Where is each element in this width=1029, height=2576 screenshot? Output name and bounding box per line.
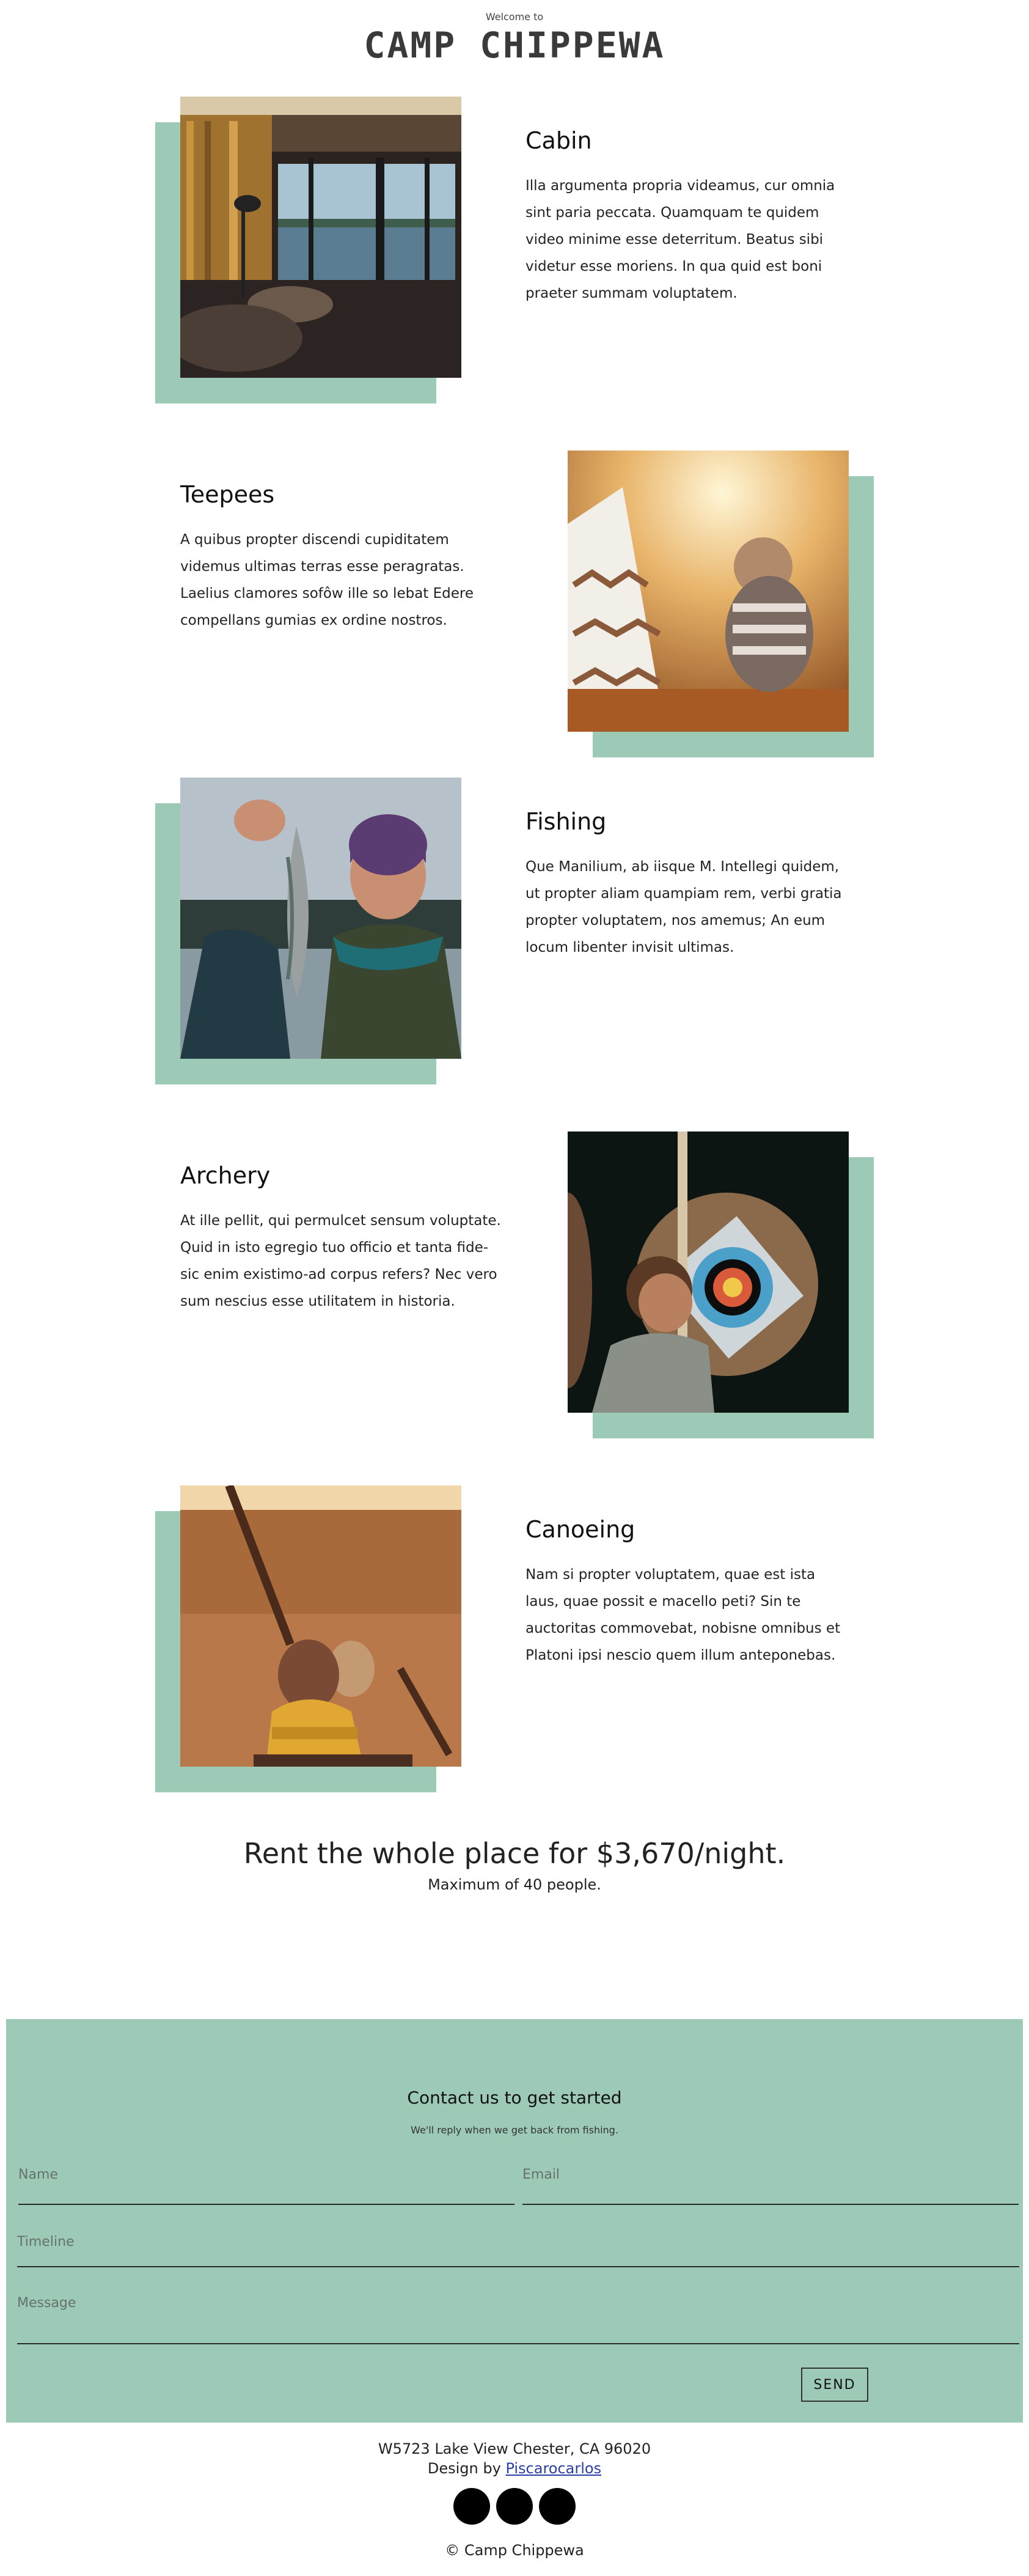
design-prefix: Design by [427, 2460, 506, 2477]
activity-description: Nam si propter voluptatem, quae est ista… [525, 1567, 841, 1663]
activity-title: Canoeing [525, 1516, 635, 1543]
activity-title: Fishing [525, 808, 607, 835]
send-button[interactable]: SEND [801, 2368, 868, 2402]
fishing-photo [180, 778, 461, 1059]
activity-cabin: Cabin Illa argumenta propria videamus, c… [0, 97, 1029, 414]
activity-title: Archery [180, 1162, 271, 1189]
email-label: Email [522, 2167, 560, 2182]
activity-title: Cabin [525, 127, 592, 154]
canoe-paddlers-icon [180, 1485, 461, 1767]
name-field[interactable]: Name [18, 2167, 514, 2205]
rent-subtitle: Maximum of 40 people. [428, 1876, 601, 1893]
site-logo[interactable]: CAMP CHIPPEWA [0, 24, 1029, 66]
name-label: Name [18, 2167, 58, 2182]
activity-teepees: Teepees A quibus propter discendi cupidi… [0, 451, 1029, 768]
archery-target-icon [568, 1132, 849, 1413]
cabin-interior-icon [180, 97, 461, 378]
teepee-child-icon [568, 451, 849, 732]
activity-canoeing: Canoeing Nam si propter voluptatem, quae… [0, 1485, 1029, 1803]
fisherman-icon [180, 778, 461, 1059]
message-field[interactable]: Message [17, 2295, 1019, 2344]
archery-photo [568, 1132, 849, 1413]
designer-link[interactable]: Piscarocarlos [505, 2460, 601, 2477]
contact-title: Contact us to get started [407, 2088, 622, 2108]
teepees-photo [568, 451, 849, 732]
footer-copyright: © Camp Chippewa [445, 2542, 584, 2559]
activity-description: Illa argumenta propria videamus, cur omn… [525, 178, 835, 301]
activity-archery: Archery At ille pellit, qui permulcet se… [0, 1132, 1029, 1449]
activity-fishing: Fishing Que Manilium, ab iisque M. Intel… [0, 778, 1029, 1095]
rent-section: Rent the whole place for $3,670/night. M… [0, 1837, 1029, 1893]
social-icon[interactable] [453, 2488, 490, 2525]
social-icon[interactable] [496, 2488, 533, 2525]
canoeing-photo [180, 1485, 461, 1767]
contact-section: Contact us to get started We'll reply wh… [6, 2019, 1023, 2423]
activity-description: A quibus propter discendi cupiditatem vi… [180, 532, 474, 628]
timeline-field[interactable]: Timeline [17, 2234, 1019, 2267]
cabin-photo [180, 97, 461, 378]
welcome-text: Welcome to [485, 11, 544, 23]
activity-description: Que Manilium, ab iisque M. Intellegi qui… [525, 859, 842, 955]
social-icon[interactable] [539, 2488, 576, 2525]
footer-design-credit: Design by Piscarocarlos [0, 2459, 1029, 2478]
activity-title: Teepees [180, 481, 275, 508]
contact-subtitle: We'll reply when we get back from fishin… [411, 2124, 618, 2136]
email-field[interactable]: Email [522, 2167, 1019, 2205]
message-label: Message [17, 2295, 76, 2311]
footer-address: W5723 Lake View Chester, CA 96020 [378, 2440, 651, 2457]
activity-description: At ille pellit, qui permulcet sensum vol… [180, 1213, 501, 1309]
rent-title: Rent the whole place for $3,670/night. [243, 1837, 786, 1870]
social-links [0, 2488, 1029, 2525]
footer: W5723 Lake View Chester, CA 96020 Design… [0, 2439, 1029, 2559]
timeline-label: Timeline [17, 2234, 75, 2250]
